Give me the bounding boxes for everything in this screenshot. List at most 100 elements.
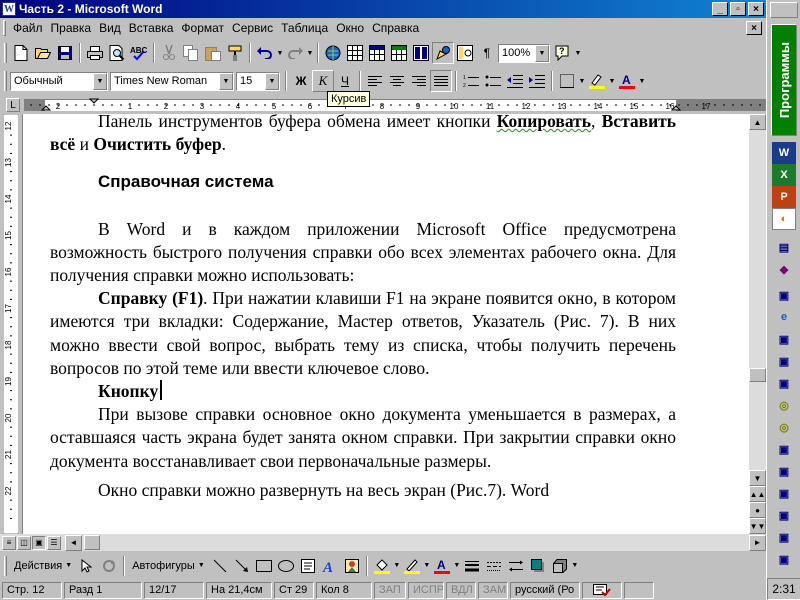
wordart-icon[interactable]: A bbox=[319, 555, 341, 577]
new-icon[interactable] bbox=[10, 42, 32, 64]
select-objects-icon[interactable] bbox=[76, 555, 98, 577]
shortcut-icon[interactable]: ▣ bbox=[772, 460, 796, 482]
toolbar-grip[interactable] bbox=[4, 555, 7, 576]
shortcut-icon[interactable]: ◎ bbox=[772, 416, 796, 438]
word-shortcut-icon[interactable]: W bbox=[772, 142, 796, 164]
actions-menu[interactable]: Действия ▼ bbox=[10, 560, 76, 572]
align-left-icon[interactable] bbox=[364, 70, 386, 92]
help-icon[interactable]: ? bbox=[552, 42, 574, 64]
tables-borders-icon[interactable] bbox=[344, 42, 366, 64]
preview-icon[interactable] bbox=[106, 42, 128, 64]
menu-tools[interactable]: Сервис bbox=[228, 21, 277, 35]
font-size-select[interactable]: 15 ▼ bbox=[236, 71, 280, 91]
menu-file[interactable]: Файл bbox=[9, 21, 47, 35]
menu-view[interactable]: Вид bbox=[95, 21, 125, 35]
decrease-indent-icon[interactable] bbox=[504, 70, 526, 92]
oval-icon[interactable] bbox=[275, 555, 297, 577]
help-dropdown[interactable]: ▼ bbox=[574, 50, 582, 57]
undo-dropdown[interactable]: ▼ bbox=[276, 50, 284, 57]
close-button[interactable]: × bbox=[748, 2, 764, 16]
autoshapes-menu[interactable]: Автофигуры ▼ bbox=[128, 560, 209, 572]
draw-font-color-icon[interactable]: A bbox=[431, 555, 453, 577]
media-shortcut-icon[interactable]: ◆ bbox=[772, 258, 796, 280]
line-color-icon[interactable] bbox=[401, 555, 423, 577]
tab-selector[interactable]: L bbox=[6, 98, 20, 112]
document-text[interactable]: Панель инструментов буфера обмена имеет … bbox=[50, 114, 676, 502]
save-icon[interactable] bbox=[54, 42, 76, 64]
font-color-icon[interactable]: A bbox=[616, 70, 638, 92]
shortcut-icon[interactable]: ▣ bbox=[772, 482, 796, 504]
menu-help[interactable]: Справка bbox=[368, 21, 423, 35]
align-justify-icon[interactable] bbox=[430, 70, 452, 92]
undo-icon[interactable] bbox=[254, 42, 276, 64]
spelling-status-icon[interactable] bbox=[582, 581, 622, 599]
rectangle-icon[interactable] bbox=[253, 555, 275, 577]
menu-format[interactable]: Формат bbox=[177, 21, 228, 35]
word-icon[interactable]: W bbox=[2, 2, 16, 16]
menu-table[interactable]: Таблица bbox=[277, 21, 332, 35]
free-rotate-icon[interactable] bbox=[98, 555, 120, 577]
arrow-icon[interactable] bbox=[231, 555, 253, 577]
scroll-left-button[interactable]: ◄ bbox=[65, 534, 82, 551]
explorer-shortcut-icon[interactable]: ▤ bbox=[772, 236, 796, 258]
align-right-icon[interactable] bbox=[408, 70, 430, 92]
shortcut-icon[interactable]: ◎ bbox=[772, 394, 796, 416]
dash-style-icon[interactable] bbox=[483, 555, 505, 577]
draw-font-color-dropdown[interactable]: ▼ bbox=[453, 562, 461, 569]
internet-explorer-icon[interactable]: e bbox=[772, 306, 796, 328]
shadow-icon[interactable] bbox=[527, 555, 549, 577]
paste-icon[interactable] bbox=[202, 42, 224, 64]
shortcut-icon[interactable]: ▣ bbox=[772, 328, 796, 350]
print-layout-button[interactable]: ▣ bbox=[32, 535, 46, 550]
align-center-icon[interactable] bbox=[386, 70, 408, 92]
minimize-button[interactable]: _ bbox=[712, 2, 728, 16]
cut-icon[interactable] bbox=[158, 42, 180, 64]
font-color-dropdown[interactable]: ▼ bbox=[638, 78, 646, 85]
format-painter-icon[interactable] bbox=[224, 42, 246, 64]
scroll-up-button[interactable]: ▲ bbox=[749, 114, 766, 130]
columns-icon[interactable] bbox=[410, 42, 432, 64]
restore-button[interactable]: ▫ bbox=[730, 2, 746, 16]
status-trk[interactable]: ИСПР bbox=[408, 581, 444, 599]
line-icon[interactable] bbox=[209, 555, 231, 577]
spelling-icon[interactable]: ABC bbox=[128, 42, 150, 64]
highlight-icon[interactable] bbox=[586, 70, 608, 92]
insert-table-icon[interactable] bbox=[366, 42, 388, 64]
status-rec[interactable]: ЗАП bbox=[374, 581, 406, 599]
bold-button[interactable]: Ж bbox=[290, 70, 312, 92]
document-close-button[interactable]: × bbox=[746, 21, 762, 35]
italic-button[interactable]: К bbox=[312, 70, 334, 92]
3d-icon[interactable] bbox=[549, 555, 571, 577]
drawing-icon[interactable] bbox=[432, 42, 454, 64]
shortcut-icon[interactable]: ▣ bbox=[772, 504, 796, 526]
scroll-right-button[interactable]: ► bbox=[749, 534, 766, 551]
bullets-icon[interactable] bbox=[482, 70, 504, 92]
toolbar-grip[interactable] bbox=[4, 71, 7, 91]
underline-button[interactable]: Ч bbox=[334, 70, 356, 92]
normal-view-button[interactable]: ≡ bbox=[2, 535, 16, 550]
select-browse-object-button[interactable]: ● bbox=[749, 502, 766, 518]
document-page[interactable]: Панель инструментов буфера обмена имеет … bbox=[22, 114, 749, 534]
increase-indent-icon[interactable] bbox=[526, 70, 548, 92]
hyperlink-icon[interactable] bbox=[322, 42, 344, 64]
show-paragraph-icon[interactable]: ¶ bbox=[476, 42, 498, 64]
horizontal-scroll-thumb[interactable] bbox=[84, 535, 100, 550]
programs-button[interactable]: Программы bbox=[771, 24, 797, 136]
next-page-button[interactable]: ▼▼ bbox=[749, 518, 766, 534]
font-select[interactable]: Times New Roman ▼ bbox=[110, 71, 234, 91]
document-map-icon[interactable] bbox=[454, 42, 476, 64]
menu-window[interactable]: Окно bbox=[332, 21, 368, 35]
copy-icon[interactable] bbox=[180, 42, 202, 64]
chevron-down-icon[interactable]: ▼ bbox=[219, 72, 233, 90]
chevron-down-icon[interactable]: ▼ bbox=[535, 44, 549, 62]
scroll-thumb[interactable] bbox=[749, 368, 766, 382]
shortcut-icon[interactable]: ▣ bbox=[772, 372, 796, 394]
shortcut-icon[interactable]: ▣ bbox=[772, 526, 796, 548]
excel-shortcut-icon[interactable]: X bbox=[772, 164, 796, 186]
numbering-icon[interactable]: 12 bbox=[460, 70, 482, 92]
status-language[interactable]: русский (Ро bbox=[510, 581, 580, 599]
shortcut-icon[interactable]: ▣ bbox=[772, 548, 796, 570]
menu-insert[interactable]: Вставка bbox=[125, 21, 178, 35]
chevron-down-icon[interactable]: ▼ bbox=[93, 72, 107, 90]
drawing-options-dropdown[interactable]: ▼ bbox=[571, 562, 579, 569]
